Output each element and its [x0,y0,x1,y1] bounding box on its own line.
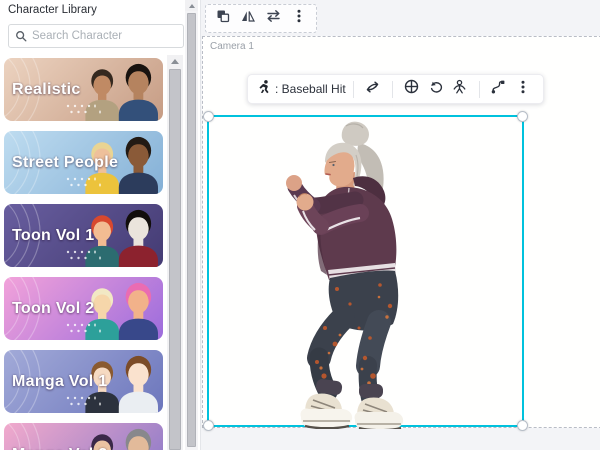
selection-toolbar: : Baseball Hit [247,74,544,104]
card-dots-decoration [66,103,106,117]
panel-scrollbar[interactable] [185,0,198,450]
swap-button[interactable] [264,9,284,29]
character-card-realistic[interactable]: Realistic [4,58,163,121]
swap-icon [265,8,282,29]
resize-handle-top-right[interactable] [517,111,528,122]
card-label: Manga Vol 2 [12,446,107,450]
toolbar-divider [392,81,393,98]
more-vertical-icon [515,79,531,100]
selection-box[interactable] [207,115,524,427]
rotate-button[interactable] [425,78,447,100]
flip-horizontal-icon [240,8,256,29]
swap-animation-icon [364,79,381,100]
panel-title: Character Library [8,4,97,16]
flip-horizontal-button[interactable] [238,9,258,29]
card-label: Manga Vol 1 [12,373,107,391]
character-library-panel: Character Library [0,0,200,450]
animation-selector[interactable]: : Baseball Hit [256,79,346,100]
toolbar-divider [353,81,354,98]
card-label: Toon Vol 2 [12,300,94,318]
scroll-up-button[interactable] [185,0,198,11]
rotate-icon [427,79,444,100]
up-arrow-icon [189,4,195,8]
card-dots-decoration [66,395,106,409]
card-dots-decoration [66,249,106,263]
character-card-manga-vol-1[interactable]: Manga Vol 1 [4,350,163,413]
card-dots-decoration [66,322,106,336]
resize-handle-bottom-left[interactable] [203,420,214,431]
character-card-toon-vol-1[interactable]: Toon Vol 1 [4,204,163,267]
motion-path-button[interactable] [488,78,510,100]
animation-name-label: : Baseball Hit [275,82,346,96]
character-card-toon-vol-2[interactable]: Toon Vol 2 [4,277,163,340]
card-label: Realistic [12,81,81,99]
motion-path-icon [490,79,507,100]
scrollbar-thumb[interactable] [169,69,181,450]
pose-button[interactable] [449,78,471,100]
character-card-list: Realistic Street People [0,55,166,450]
character-figure[interactable] [209,117,526,429]
more-vertical-button[interactable] [512,78,534,100]
toolbar-divider [479,81,480,98]
search-character-box[interactable] [8,24,184,48]
arrange-icon [215,8,231,29]
scrollbar-thumb[interactable] [187,13,196,447]
resize-handle-bottom-right[interactable] [517,420,528,431]
camera-label: Camera 1 [210,41,254,52]
arrange-button[interactable] [213,9,233,29]
character-card-manga-vol-2[interactable]: Manga Vol 2 [4,423,163,450]
more-vertical-button[interactable] [289,9,309,29]
canvas-area: Camera 1 : Baseball Hit [200,0,600,450]
running-person-icon [256,79,271,100]
search-input[interactable] [32,30,177,42]
card-dots-decoration [66,176,106,190]
swap-animation-button[interactable] [362,78,384,100]
pose-icon [451,79,468,100]
move-button[interactable] [401,78,423,100]
up-arrow-icon [171,59,179,64]
scroll-up-button[interactable] [167,55,183,67]
canvas-toolbar [205,4,317,33]
app-window: Character Library [0,0,600,450]
search-icon [15,30,27,42]
move-icon [403,78,420,100]
card-label: Toon Vol 1 [12,227,94,245]
resize-handle-top-left[interactable] [203,111,214,122]
character-card-street-people[interactable]: Street People [4,131,163,194]
card-list-scrollbar[interactable] [167,55,183,450]
card-label: Street People [12,154,118,172]
more-vertical-icon [291,8,307,29]
